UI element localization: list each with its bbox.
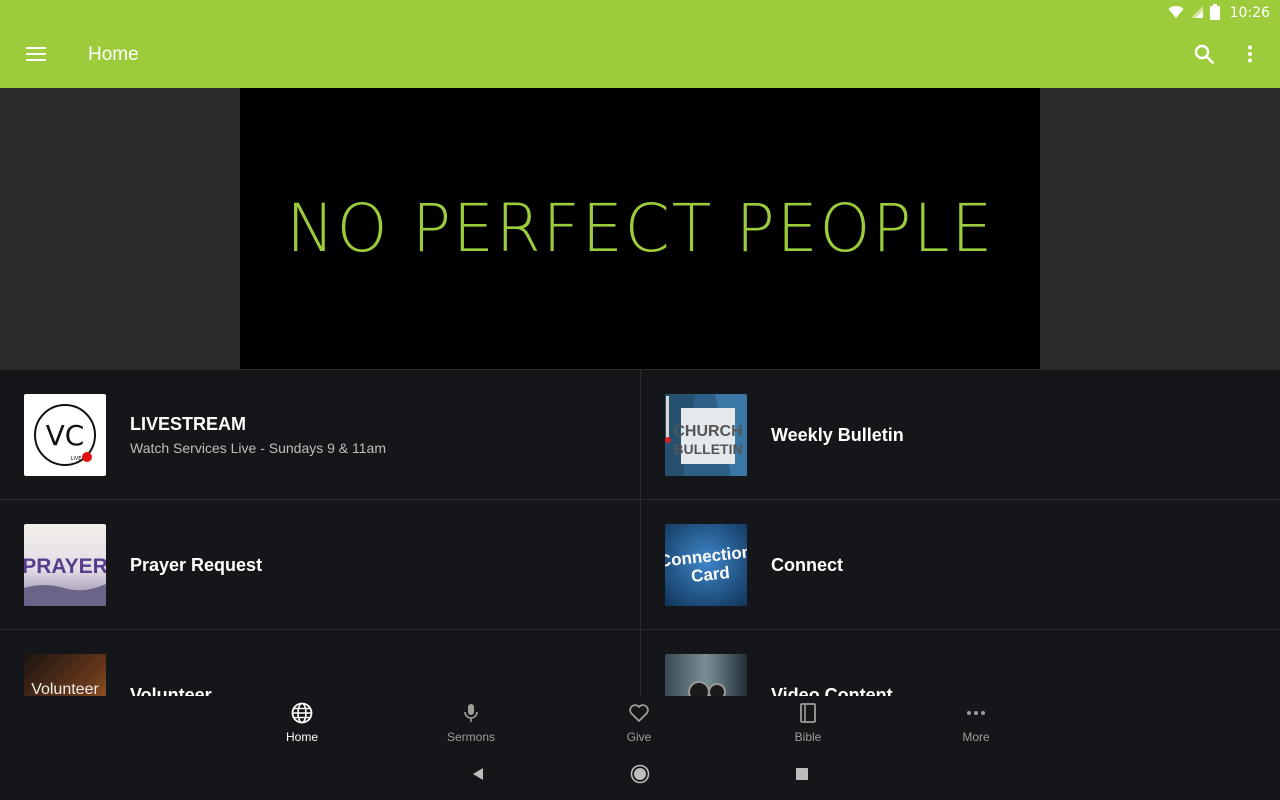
hero-banner[interactable]: NO PERFECT PEOPLE bbox=[240, 88, 1040, 369]
recents-square-icon bbox=[795, 767, 809, 786]
connect-logo-line2: Card bbox=[690, 563, 731, 586]
livestream-logo-badge: LIVE bbox=[71, 456, 82, 462]
status-bar: 10:26 bbox=[1168, 3, 1270, 23]
signal-icon bbox=[1190, 5, 1204, 22]
nav-more[interactable]: More bbox=[926, 702, 1026, 750]
nav-bible[interactable]: Bible bbox=[758, 702, 858, 750]
app-root: 10:26 Home NO PERFECT PEOPLE VC LIVE LIV… bbox=[0, 0, 1280, 800]
system-navigation-bar bbox=[0, 752, 1280, 800]
item-title: Weekly Bulletin bbox=[771, 424, 904, 445]
livestream-logo-text: VC bbox=[46, 419, 85, 452]
bottom-navigation: Home Sermons Give Bible More bbox=[0, 696, 1280, 752]
list-item-prayer-request[interactable]: PRAYER Prayer Request bbox=[0, 500, 640, 630]
heart-icon bbox=[628, 702, 650, 730]
status-time: 10:26 bbox=[1229, 5, 1270, 21]
nav-label: Give bbox=[626, 730, 652, 744]
system-recents-button[interactable] bbox=[792, 766, 812, 786]
nav-label: More bbox=[962, 730, 990, 744]
item-title: LIVESTREAM bbox=[130, 414, 247, 434]
livestream-text: LIVESTREAM Watch Services Live - Sundays… bbox=[130, 370, 386, 500]
prayer-thumbnail: PRAYER bbox=[24, 524, 106, 606]
system-back-button[interactable] bbox=[468, 766, 488, 786]
nav-label: Sermons bbox=[446, 730, 496, 744]
livestream-thumbnail: VC LIVE bbox=[24, 394, 106, 476]
item-title: Connect bbox=[771, 554, 843, 575]
search-icon bbox=[1194, 44, 1214, 69]
nav-label: Bible bbox=[794, 730, 822, 744]
app-header: 10:26 Home bbox=[0, 0, 1280, 88]
hamburger-menu-icon bbox=[26, 46, 46, 67]
back-triangle-icon bbox=[471, 767, 485, 786]
connect-thumbnail: Connection Card bbox=[665, 524, 747, 606]
content-grid: VC LIVE LIVESTREAM Watch Services Live -… bbox=[0, 370, 1280, 696]
toolbar: Home bbox=[0, 24, 1280, 88]
volunteer-text: Volunteer bbox=[130, 630, 212, 697]
bulletin-logo-line1: CHURCH bbox=[673, 423, 742, 440]
list-item-video-content[interactable]: Video Content bbox=[640, 630, 1280, 696]
bulletin-text: Weekly Bulletin bbox=[771, 370, 904, 500]
book-icon bbox=[797, 702, 819, 730]
list-item-livestream[interactable]: VC LIVE LIVESTREAM Watch Services Live -… bbox=[0, 370, 640, 500]
bulletin-logo-line2: BULLETIN bbox=[673, 441, 742, 457]
more-vert-icon bbox=[1247, 45, 1253, 68]
overflow-menu-button[interactable] bbox=[1238, 42, 1262, 70]
video-content-thumbnail bbox=[665, 654, 747, 696]
list-item-connect[interactable]: Connection Card Connect bbox=[640, 500, 1280, 630]
prayer-logo-text: PRAYER bbox=[24, 555, 106, 578]
page-title: Home bbox=[88, 44, 139, 65]
wifi-icon bbox=[1168, 5, 1184, 22]
item-title: Prayer Request bbox=[130, 554, 263, 575]
connect-text: Connect bbox=[771, 500, 843, 630]
item-subtitle: Watch Services Live - Sundays 9 & 11am bbox=[130, 440, 386, 456]
menu-button[interactable] bbox=[20, 40, 52, 72]
more-horiz-icon bbox=[965, 702, 987, 730]
microphone-icon bbox=[460, 702, 482, 730]
nav-give[interactable]: Give bbox=[589, 702, 689, 750]
hero-text: NO PERFECT PEOPLE bbox=[286, 190, 994, 267]
video-content-text: Video Content bbox=[771, 630, 893, 697]
item-title: Volunteer bbox=[130, 684, 212, 697]
nav-home[interactable]: Home bbox=[252, 702, 352, 750]
volunteer-thumbnail: Volunteer bbox=[24, 654, 106, 696]
globe-icon bbox=[291, 702, 313, 730]
system-home-button[interactable] bbox=[630, 764, 650, 789]
bulletin-thumbnail: CHURCH BULLETIN bbox=[665, 394, 747, 476]
battery-icon bbox=[1209, 3, 1220, 23]
prayer-text: Prayer Request bbox=[130, 500, 262, 630]
home-circle-icon bbox=[630, 764, 650, 789]
hero-section: NO PERFECT PEOPLE bbox=[0, 88, 1280, 370]
item-title: Video Content bbox=[771, 684, 893, 697]
nav-label: Home bbox=[285, 730, 318, 744]
nav-sermons[interactable]: Sermons bbox=[421, 702, 521, 750]
search-button[interactable] bbox=[1190, 42, 1218, 70]
volunteer-logo-text: Volunteer bbox=[31, 681, 99, 696]
list-item-weekly-bulletin[interactable]: CHURCH BULLETIN Weekly Bulletin bbox=[640, 370, 1280, 500]
list-item-volunteer[interactable]: Volunteer Volunteer bbox=[0, 630, 640, 696]
